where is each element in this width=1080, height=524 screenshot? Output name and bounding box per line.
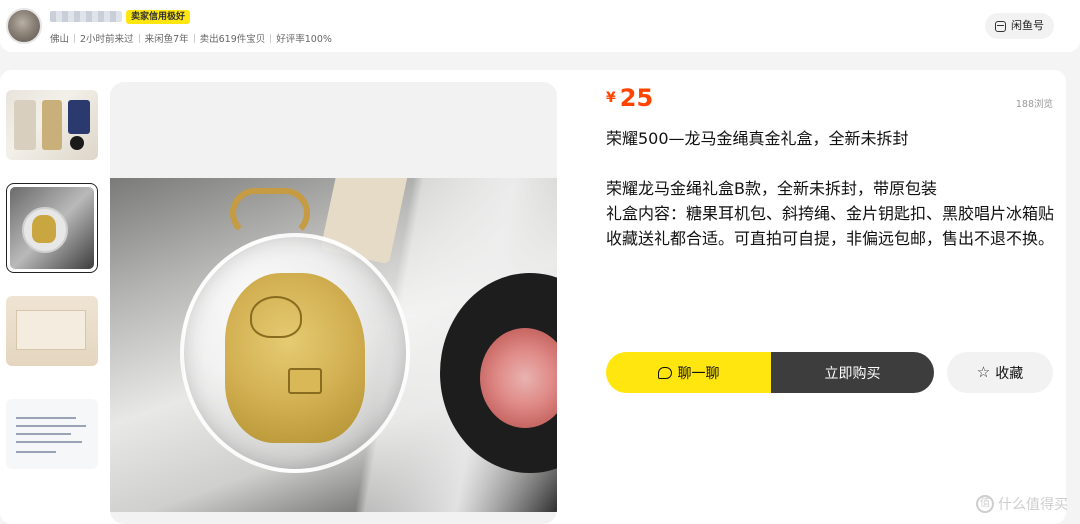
- thumbnail-2-selected[interactable]: [6, 183, 98, 273]
- seller-bar: 卖家信用极好 佛山 2小时前来过 来闲鱼7年 卖出619件宝贝 好评率100% 闲鱼号: [0, 0, 1080, 52]
- divider: [138, 34, 140, 43]
- thumbnail-3[interactable]: [6, 296, 98, 366]
- seller-location: 佛山: [50, 34, 70, 45]
- xianyu-id-button[interactable]: 闲鱼号: [985, 13, 1054, 39]
- watermark-text: 什么值得买: [998, 497, 1068, 513]
- buy-label: 立即购买: [824, 365, 881, 382]
- xianyu-id-label: 闲鱼号: [1011, 19, 1044, 32]
- description-line: 收藏送礼都合适。可直拍可自提，非偏远包邮，售出不退不换。: [606, 229, 1055, 248]
- main-product-photo[interactable]: [110, 82, 557, 524]
- description-line: 荣耀龙马金绳礼盒B款，全新未拆封，带原包装: [606, 179, 937, 198]
- price: ¥25: [606, 84, 653, 112]
- seller-joined: 来闲鱼7年: [144, 34, 189, 45]
- seller-avatar[interactable]: [6, 8, 42, 44]
- star-icon: ☆: [976, 363, 991, 381]
- chat-button[interactable]: 聊一聊: [606, 352, 771, 393]
- favorite-button[interactable]: ☆ 收藏: [947, 352, 1053, 393]
- id-card-icon: [995, 20, 1006, 32]
- thumbnail-1[interactable]: [6, 90, 98, 160]
- seller-sold: 卖出619件宝贝: [199, 34, 266, 45]
- chat-bubble-icon: [657, 366, 672, 379]
- price-value: 25: [619, 84, 654, 112]
- chat-label: 聊一聊: [677, 365, 720, 382]
- gold-horse-pendant: [225, 273, 365, 443]
- divider: [270, 34, 272, 43]
- description-line: 礼盒内容：糖果耳机包、斜挎绳、金片钥匙扣、黑胶唱片冰箱贴: [606, 204, 1055, 223]
- thumbnail-4[interactable]: [6, 399, 98, 469]
- product-card: ¥25 188浏览 荣耀500—龙马金绳真金礼盒，全新未拆封 荣耀龙马金绳礼盒B…: [0, 70, 1066, 524]
- keychain-image: [110, 178, 557, 512]
- purchase-actions: 聊一聊 立即购买: [606, 352, 934, 393]
- divider: [193, 34, 195, 43]
- watermark-logo-icon: 值: [976, 495, 994, 513]
- currency-symbol: ¥: [606, 90, 616, 106]
- divider: [74, 34, 76, 43]
- product-title: 荣耀500—龙马金绳真金礼盒，全新未拆封: [606, 129, 909, 148]
- favorite-label: 收藏: [995, 365, 1024, 382]
- seller-last-active: 2小时前来过: [80, 34, 134, 45]
- watermark: 值 什么值得买: [976, 494, 1068, 514]
- buy-now-button[interactable]: 立即购买: [771, 352, 934, 393]
- view-count: 188浏览: [1015, 99, 1053, 110]
- credit-badge: 卖家信用极好: [126, 10, 191, 24]
- product-description: 荣耀龙马金绳礼盒B款，全新未拆封，带原包装 礼盒内容：糖果耳机包、斜挎绳、金片钥…: [606, 176, 1058, 251]
- seller-rating: 好评率100%: [276, 34, 332, 45]
- seller-meta: 佛山 2小时前来过 来闲鱼7年 卖出619件宝贝 好评率100%: [50, 31, 332, 45]
- thumbnail-list: [6, 90, 98, 502]
- seller-name-blurred[interactable]: [50, 11, 122, 22]
